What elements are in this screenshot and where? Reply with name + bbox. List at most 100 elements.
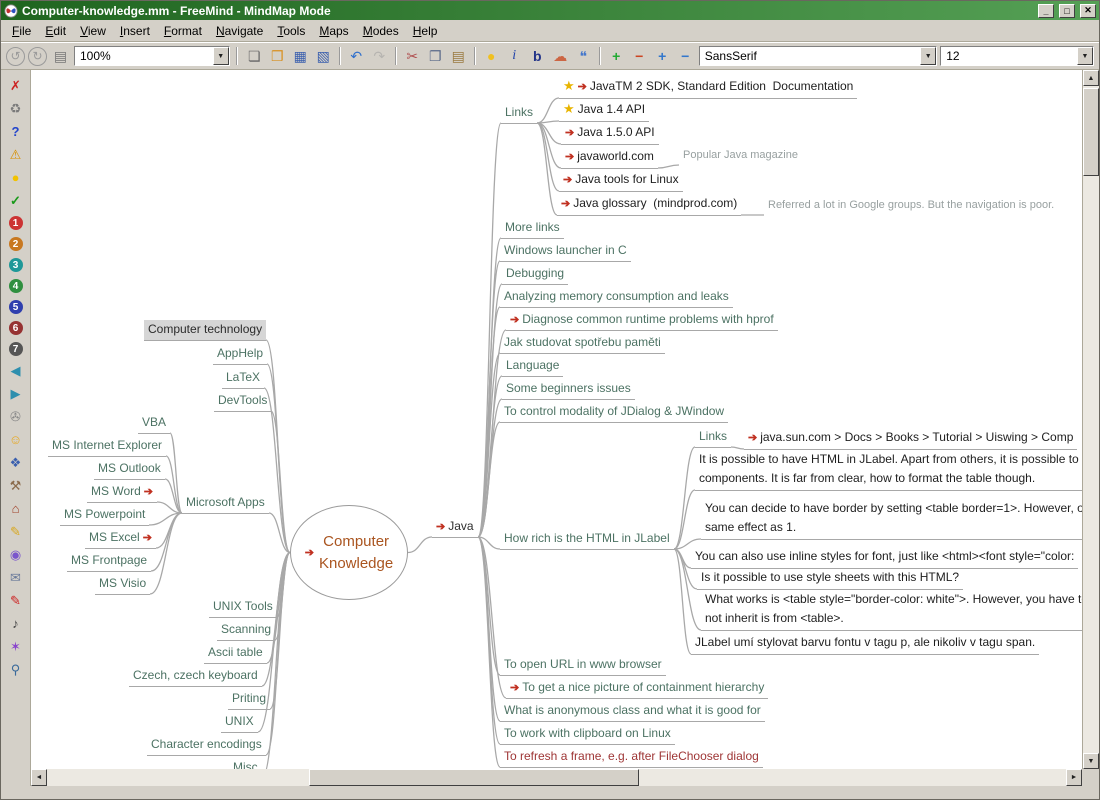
mindmap-node-anon[interactable]: What is anonymous class and what it is g… xyxy=(500,701,765,722)
mindmap-node-jak[interactable]: Jak studovat spotřebu paměti xyxy=(500,333,665,354)
mindmap-node-msoutlook[interactable]: MS Outlook xyxy=(94,459,165,480)
mindmap-node-l5[interactable]: ➔ Java tools for Linux xyxy=(559,169,683,192)
next-map-icon[interactable]: ↻ xyxy=(28,46,47,66)
mindmap-node-devtools[interactable]: DevTools xyxy=(214,391,272,412)
mindmap-node-modality[interactable]: To control modality of JDialog & JWindow xyxy=(500,402,729,423)
mindmap-node-priting[interactable]: Priting xyxy=(228,689,271,710)
mindmap-node-p6[interactable]: JLabel umí stylovat barvu fontu v tagu p… xyxy=(691,632,1040,655)
mindmap-node-analyz[interactable]: Analyzing memory consumption and leaks xyxy=(500,287,733,308)
mail-icon[interactable]: ✉ xyxy=(7,570,24,586)
vertical-scroll-thumb[interactable] xyxy=(1083,88,1099,176)
mindmap-node-msfront[interactable]: MS Frontpage xyxy=(67,551,152,572)
priority-2-icon[interactable]: 2 xyxy=(8,237,23,251)
save-as-icon[interactable]: ▧ xyxy=(313,46,334,67)
mindmap-node-java[interactable]: ➔ Java xyxy=(432,517,478,538)
attach-icon[interactable]: ✇ xyxy=(7,409,24,425)
mindmap-node-diag[interactable]: ➔ Diagnose common runtime problems with h… xyxy=(506,310,778,331)
home-icon[interactable]: ⌂ xyxy=(7,501,24,517)
wand-icon[interactable]: ✶ xyxy=(7,639,24,655)
mindmap-node-charenc[interactable]: Character encodings xyxy=(147,735,266,756)
menu-item-navigate[interactable]: Navigate xyxy=(209,21,270,41)
menu-item-tools[interactable]: Tools xyxy=(270,21,312,41)
close-button[interactable]: ✕ xyxy=(1080,3,1096,18)
open-map-icon[interactable]: ❒ xyxy=(267,46,288,67)
priority-6-icon[interactable]: 6 xyxy=(8,321,23,335)
back-icon[interactable]: ◀ xyxy=(7,363,24,379)
mindmap-node-l2[interactable]: ★ Java 1.4 API xyxy=(559,99,650,122)
mindmap-node-l6n[interactable]: Referred a lot in Google groups. But the… xyxy=(764,196,1058,216)
cloud-icon[interactable]: ☁ xyxy=(550,46,571,67)
italic-icon[interactable]: i xyxy=(504,46,525,67)
mindmap-node-clip[interactable]: To work with clipboard on Linux xyxy=(500,724,675,745)
pencil-yellow-icon[interactable]: ✎ xyxy=(7,524,24,540)
mindmap-node-ascii[interactable]: Ascii table xyxy=(204,643,267,664)
mindmap-node-unix[interactable]: UNIX xyxy=(221,712,258,733)
menu-item-edit[interactable]: Edit xyxy=(38,21,73,41)
mindmap-node-links1[interactable]: Links xyxy=(501,103,538,124)
scroll-left-button[interactable]: ◄ xyxy=(31,769,47,786)
horizontal-scroll-track[interactable] xyxy=(47,769,1066,786)
menu-item-insert[interactable]: Insert xyxy=(113,21,157,41)
mindmap-node-p1[interactable]: It is possible to have HTML in JLabel. A… xyxy=(695,449,1082,491)
mindmap-node-l4n[interactable]: Popular Java magazine xyxy=(679,146,802,166)
mindmap-node-latex[interactable]: LaTeX xyxy=(222,368,265,389)
menu-item-maps[interactable]: Maps xyxy=(312,21,355,41)
menu-item-format[interactable]: Format xyxy=(157,21,209,41)
mindmap-node-debug[interactable]: Debugging xyxy=(502,264,569,285)
mindmap-node-l3[interactable]: ➔ Java 1.5.0 API xyxy=(561,122,659,145)
horizontal-scroll-thumb[interactable] xyxy=(309,769,639,786)
priority-4-icon[interactable]: 4 xyxy=(8,279,23,293)
mindmap-node-misc[interactable]: Misc xyxy=(229,758,262,769)
mindmap-node-howrich[interactable]: How rich is the HTML in JLabel xyxy=(500,529,674,550)
zoom-in-icon[interactable]: + xyxy=(606,46,627,67)
new-map-icon[interactable]: ❏ xyxy=(244,46,265,67)
font-family-combobox[interactable]: SansSerif ▼ xyxy=(698,46,938,66)
menu-item-modes[interactable]: Modes xyxy=(356,21,406,41)
forward-icon[interactable]: ▶ xyxy=(7,386,24,402)
mindmap-node-lang[interactable]: Language xyxy=(502,356,564,377)
mindmap-node-p4[interactable]: Is it possible to use style sheets with … xyxy=(697,567,964,590)
mindmap-node-openurl[interactable]: To open URL in www browser xyxy=(500,655,666,676)
help-icon[interactable]: ? xyxy=(7,124,24,140)
mindmap-node-morelinks[interactable]: More links xyxy=(501,218,564,239)
scroll-down-button[interactable]: ▼ xyxy=(1083,753,1099,769)
vertical-scrollbar[interactable]: ▲ ▼ xyxy=(1082,70,1099,769)
mindmap-node-l4[interactable]: ➔ javaworld.com xyxy=(561,146,658,169)
idea-icon[interactable]: ● xyxy=(7,170,24,186)
remove-icon[interactable]: ✗ xyxy=(7,78,24,94)
magnifier-icon[interactable]: ⚲ xyxy=(7,662,24,678)
menu-item-view[interactable]: View xyxy=(73,21,113,41)
font-size-combobox[interactable]: 12 ▼ xyxy=(940,46,1094,66)
print-icon[interactable]: ▤ xyxy=(50,46,71,67)
idea-icon[interactable]: ● xyxy=(481,46,502,67)
pen-red-icon[interactable]: ✎ xyxy=(7,593,24,609)
mindmap-node-l1[interactable]: ★ ➔ JavaTM 2 SDK, Standard Edition Documen… xyxy=(559,76,858,99)
mindmap-node-msword[interactable]: MS Word ➔ xyxy=(87,482,158,503)
sphere-icon[interactable]: ◉ xyxy=(7,547,24,563)
maximize-button[interactable]: □ xyxy=(1059,3,1075,18)
paste-icon[interactable]: ▤ xyxy=(448,46,469,67)
tools-icon[interactable]: ⚒ xyxy=(7,478,24,494)
mindmap-node-beginners[interactable]: Some beginners issues xyxy=(502,379,635,400)
horizontal-scrollbar[interactable]: ◄ ► xyxy=(31,769,1082,786)
chevron-down-icon[interactable]: ▼ xyxy=(920,47,937,65)
mindmap-root-node[interactable]: ➔ Computer Knowledge xyxy=(290,505,408,600)
mindmap-node-msapps[interactable]: Microsoft Apps xyxy=(182,493,269,514)
scroll-right-button[interactable]: ► xyxy=(1066,769,1082,786)
vertical-scroll-track[interactable] xyxy=(1083,86,1099,753)
mindmap-node-nicepic[interactable]: ➔ To get a nice picture of containment hi… xyxy=(506,678,769,699)
warning-icon[interactable]: ⚠ xyxy=(7,147,24,163)
add-node-icon[interactable]: + xyxy=(652,46,673,67)
zoom-out-icon[interactable]: − xyxy=(629,46,650,67)
save-map-icon[interactable]: ▦ xyxy=(290,46,311,67)
menu-item-help[interactable]: Help xyxy=(406,21,445,41)
mindmap-node-msvisio[interactable]: MS Visio xyxy=(95,574,151,595)
minimize-button[interactable]: _ xyxy=(1038,3,1054,18)
previous-map-icon[interactable]: ↺ xyxy=(6,46,25,66)
zoom-combobox[interactable]: 100% ▼ xyxy=(74,46,230,66)
mindmap-node-p5[interactable]: What works is <table style="border-color… xyxy=(701,589,1082,631)
mindmap-node-winlaunch[interactable]: Windows launcher in C xyxy=(500,241,631,262)
redo-icon[interactable]: ↷ xyxy=(369,46,390,67)
menu-item-file[interactable]: File xyxy=(5,21,38,41)
priority-5-icon[interactable]: 5 xyxy=(8,300,23,314)
